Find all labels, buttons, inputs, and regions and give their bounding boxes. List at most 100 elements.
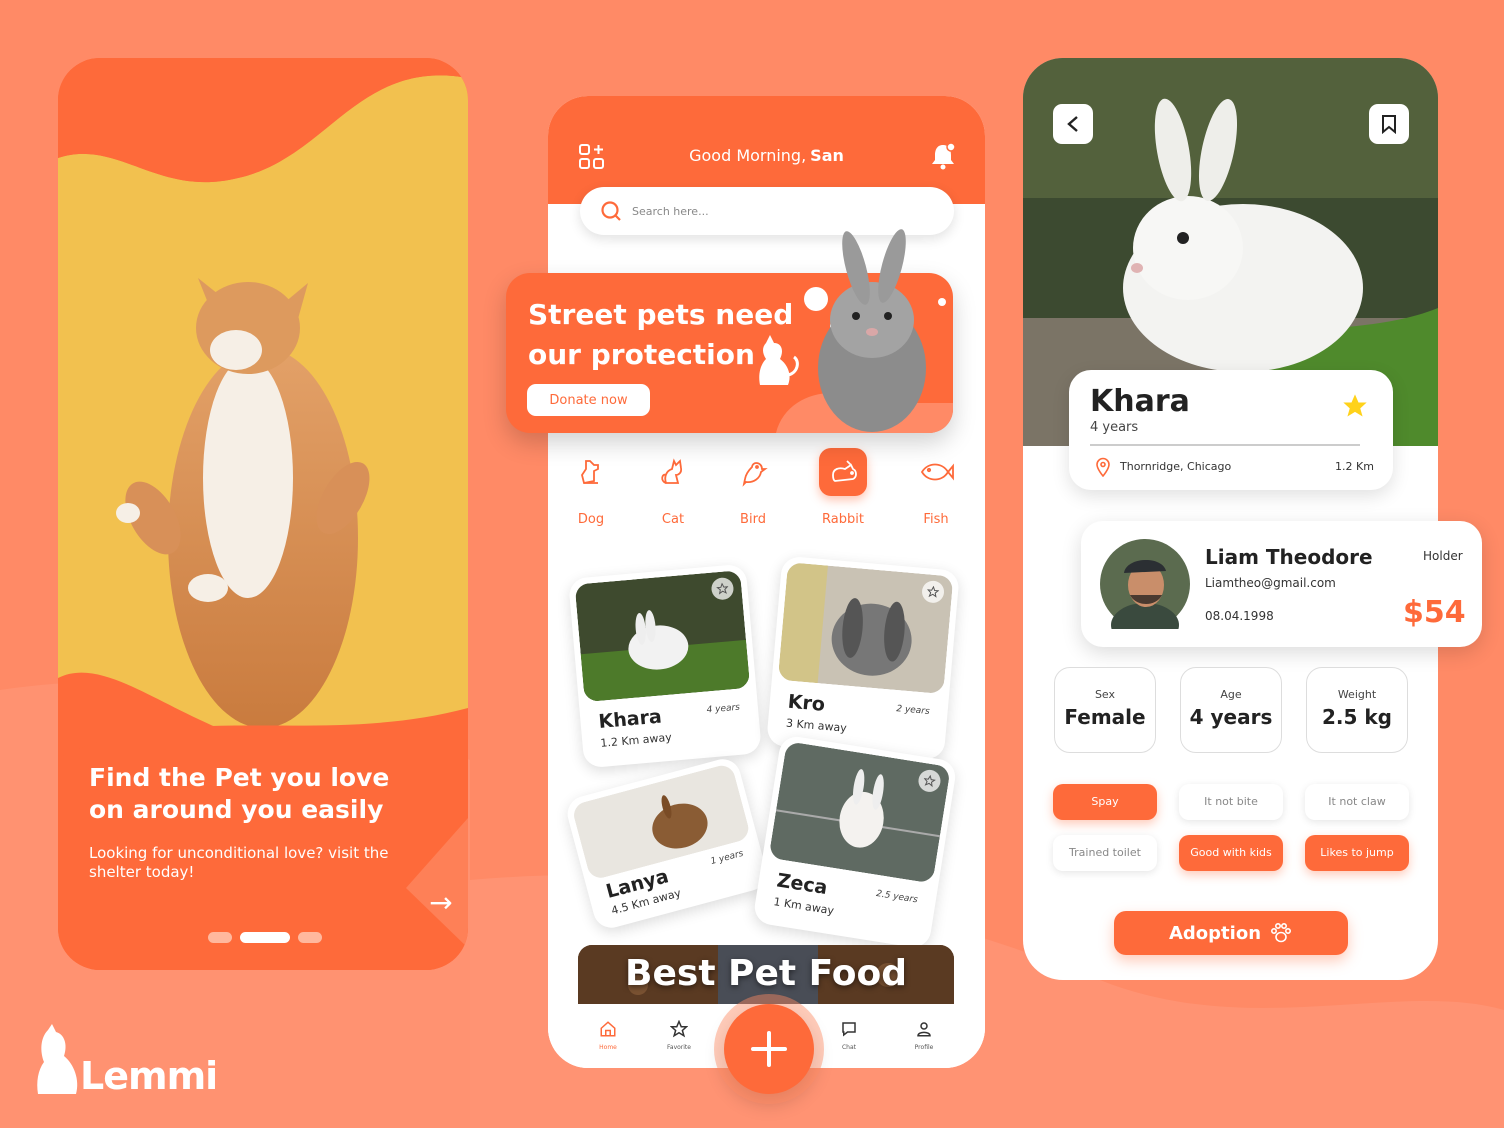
category-rabbit[interactable]: Rabbit xyxy=(808,448,878,527)
pet-name: Khara xyxy=(597,705,663,733)
bookmark-icon xyxy=(1382,115,1396,134)
pet-name: Zeca xyxy=(775,869,829,900)
greeting: Good Morning, San xyxy=(548,146,985,165)
holder-name: Liam Theodore xyxy=(1205,545,1373,569)
pet-card-zeca[interactable]: Zeca 1 Km away 2.5 years xyxy=(752,734,958,950)
back-button[interactable] xyxy=(1053,104,1093,144)
adoption-label: Adoption xyxy=(1168,922,1262,944)
pet-location: Thornridge, Chicago xyxy=(1120,460,1232,473)
dog-icon xyxy=(567,448,615,496)
pet-distance: 1.2 Km away xyxy=(599,730,673,750)
search-input[interactable] xyxy=(632,201,932,221)
page-dot-active[interactable] xyxy=(240,932,290,943)
nav-home[interactable]: Home xyxy=(578,1020,638,1051)
chat-icon xyxy=(842,1022,856,1037)
category-bird[interactable]: Bird xyxy=(718,448,788,527)
star-icon[interactable] xyxy=(1341,392,1369,424)
pet-info-card: Khara 4 years Thornridge, Chicago 1.2 Km xyxy=(1069,370,1393,490)
search-icon xyxy=(600,200,622,226)
pet-distance: 3 Km away xyxy=(785,716,848,735)
tag-spay[interactable]: Spay xyxy=(1053,784,1157,820)
chevron-left-icon xyxy=(1067,116,1078,132)
add-button[interactable] xyxy=(724,1004,814,1094)
fish-icon xyxy=(912,448,960,496)
stat-value: Female xyxy=(1064,705,1146,729)
page-dot[interactable] xyxy=(298,932,322,943)
pet-age: 1 years xyxy=(709,848,745,868)
holder-email: Liamtheo@gmail.com xyxy=(1205,576,1336,590)
bell-icon[interactable] xyxy=(930,142,956,174)
pet-card-khara[interactable]: Khara 1.2 Km away 4 years xyxy=(568,563,762,769)
category-label: Dog xyxy=(577,512,605,527)
user-name: San xyxy=(810,146,844,165)
nav-label: Chat xyxy=(841,1044,857,1051)
pet-age: 4 years xyxy=(1090,420,1139,435)
pet-card-kro[interactable]: Kro 3 Km away 2 years xyxy=(766,555,960,761)
tag-not-bite[interactable]: It not bite xyxy=(1179,784,1283,820)
cat-silhouette-icon xyxy=(759,335,799,385)
next-arrow-icon[interactable]: → xyxy=(406,868,468,938)
page-indicator xyxy=(208,932,322,943)
plus-icon xyxy=(751,1031,787,1067)
category-label: Cat xyxy=(661,512,685,527)
cat-photo xyxy=(58,58,468,970)
greeting-text: Good Morning, xyxy=(689,146,807,165)
tag-good-with-kids[interactable]: Good with kids xyxy=(1179,835,1283,871)
page-dot[interactable] xyxy=(208,932,232,943)
nav-profile[interactable]: Profile xyxy=(894,1020,954,1051)
category-label: Rabbit xyxy=(822,512,864,527)
onboarding-screen: Find the Pet you love on around you easi… xyxy=(58,58,468,970)
nav-label: Favorite xyxy=(667,1044,691,1051)
pet-age: 4 years xyxy=(706,702,741,716)
brand-name: Lemmi xyxy=(80,1054,218,1098)
donate-button[interactable]: Donate now xyxy=(527,384,650,416)
paw-icon xyxy=(1271,922,1292,943)
stat-label: Age xyxy=(1220,688,1242,701)
stat-label: Sex xyxy=(1094,688,1116,701)
pet-age: 2 years xyxy=(895,704,930,717)
nav-favorite[interactable]: Favorite xyxy=(649,1019,709,1051)
tag-not-claw[interactable]: It not claw xyxy=(1305,784,1409,820)
avatar[interactable] xyxy=(1100,539,1190,629)
onboarding-subtitle: Looking for unconditional love? visit th… xyxy=(89,844,389,881)
location-pin-icon xyxy=(1095,457,1111,481)
category-list: Dog Cat Bird Rabbit Fish xyxy=(548,448,985,538)
category-label: Fish xyxy=(923,512,949,527)
rabbit-icon xyxy=(819,448,867,496)
tag-trained-toilet[interactable]: Trained toilet xyxy=(1053,835,1157,871)
brand-logo: Lemmi xyxy=(34,1024,218,1098)
promo-banner[interactable]: Best Pet Food xyxy=(578,945,954,1005)
onboarding-title: Find the Pet you love on around you easi… xyxy=(89,763,390,824)
stat-value: 4 years xyxy=(1189,705,1273,729)
divider xyxy=(1090,444,1360,446)
category-label: Bird xyxy=(740,512,766,527)
stat-value: 2.5 kg xyxy=(1321,705,1392,729)
home-icon xyxy=(600,1021,616,1037)
pet-photo xyxy=(768,741,951,884)
nav-chat[interactable]: Chat xyxy=(819,1020,879,1051)
cat-silhouette-icon xyxy=(37,1024,78,1094)
promo-title: Best Pet Food xyxy=(625,953,907,994)
star-icon xyxy=(669,1019,689,1038)
category-dog[interactable]: Dog xyxy=(556,448,626,527)
nav-label: Home xyxy=(599,1044,617,1051)
category-fish[interactable]: Fish xyxy=(901,448,971,527)
profile-icon xyxy=(917,1022,931,1037)
pet-distance: 1.2 Km xyxy=(1335,460,1374,473)
adoption-price: $54 xyxy=(1403,595,1466,630)
stat-label: Weight xyxy=(1337,688,1377,701)
trait-tags: Spay It not bite It not claw Trained toi… xyxy=(1053,784,1409,874)
tag-likes-to-jump[interactable]: Likes to jump xyxy=(1305,835,1409,871)
pet-grid: Khara 1.2 Km away 4 years Kro 3 Km away … xyxy=(548,551,985,951)
cat-icon xyxy=(649,448,697,496)
holder-role: Holder xyxy=(1423,549,1463,563)
stat-age: Age 4 years xyxy=(1180,667,1282,753)
holder-date: 08.04.1998 xyxy=(1205,609,1274,623)
category-cat[interactable]: Cat xyxy=(638,448,708,527)
adoption-button[interactable]: Adoption xyxy=(1114,911,1348,955)
stat-sex: Sex Female xyxy=(1054,667,1156,753)
rabbit-photo xyxy=(818,229,926,432)
pet-card-lanya[interactable]: Lanya 4.5 Km away 1 years xyxy=(563,755,771,932)
pet-name: Khara xyxy=(1090,384,1190,419)
bookmark-button[interactable] xyxy=(1369,104,1409,144)
